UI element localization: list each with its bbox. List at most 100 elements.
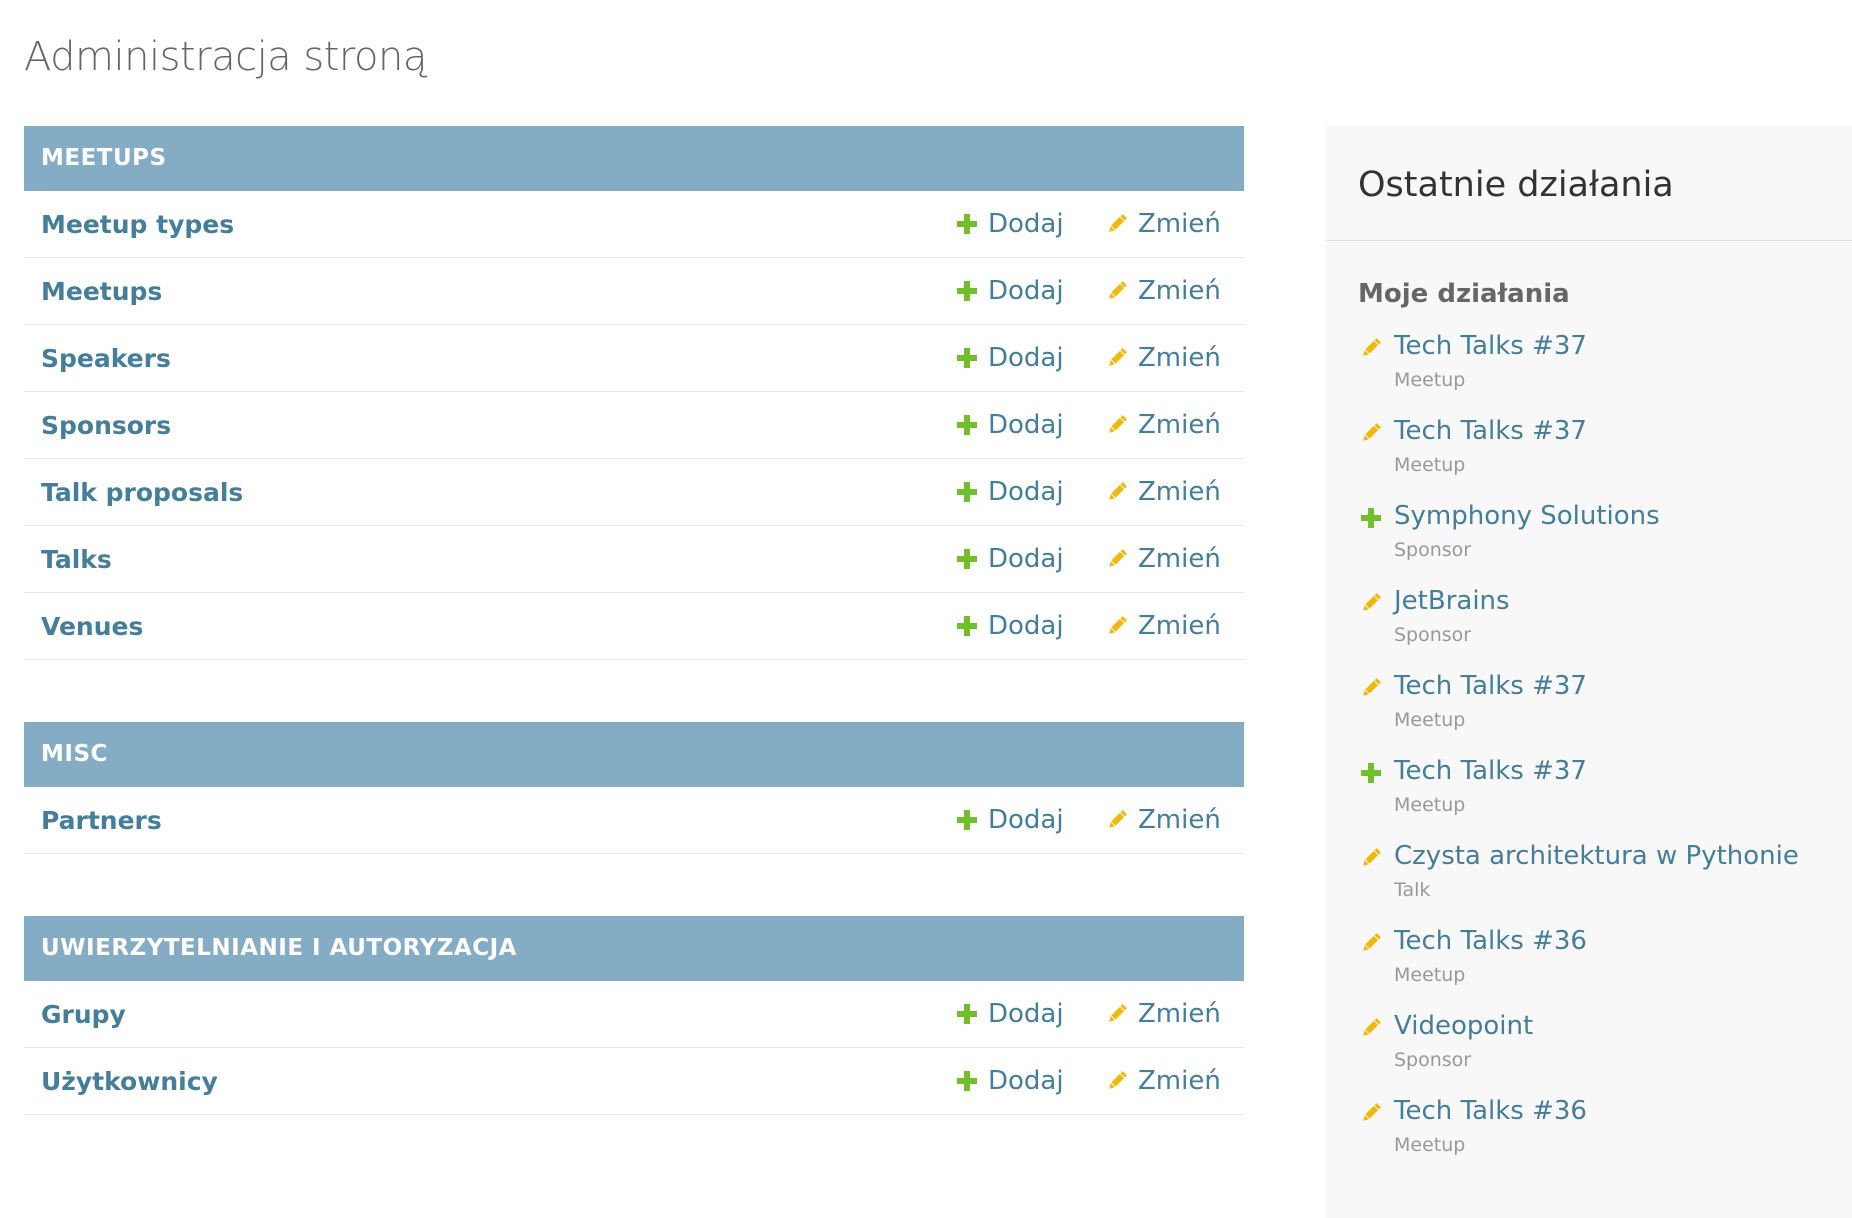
- model-link[interactable]: Użytkownicy: [24, 1067, 954, 1096]
- add-link[interactable]: Dodaj: [954, 209, 1104, 239]
- recent-action-link[interactable]: Tech Talks #37: [1394, 416, 1587, 446]
- recent-action-item: Tech Talks #36 Meetup: [1358, 1096, 1852, 1181]
- model-link[interactable]: Meetups: [24, 277, 954, 306]
- change-link[interactable]: Zmień: [1104, 410, 1244, 440]
- recent-action-type: Sponsor: [1394, 624, 1472, 646]
- model-link[interactable]: Speakers: [24, 344, 954, 373]
- pencil-icon: [1104, 412, 1130, 438]
- recent-actions-sidebar: Ostatnie działania Moje działania Tech T…: [1326, 126, 1852, 1218]
- plus-icon: [954, 613, 980, 639]
- module-caption[interactable]: UWIERZYTELNIANIE I AUTORYZACJA: [24, 916, 1244, 981]
- model-link[interactable]: Partners: [24, 806, 954, 835]
- app-list: MEETUPS Meetup types Dodaj Zmień Meetups Doda…: [24, 126, 1244, 1177]
- recent-action-item: Videopoint Sponsor: [1358, 1011, 1852, 1096]
- model-link[interactable]: Meetup types: [24, 210, 954, 239]
- change-link[interactable]: Zmień: [1104, 209, 1244, 239]
- change-label: Zmień: [1138, 544, 1221, 574]
- model-link[interactable]: Talk proposals: [24, 478, 954, 507]
- model-row: Talk proposals Dodaj Zmień: [24, 459, 1244, 526]
- module-caption[interactable]: MEETUPS: [24, 126, 1244, 191]
- model-row: Venues Dodaj Zmień: [24, 593, 1244, 660]
- change-link[interactable]: Zmień: [1104, 477, 1244, 507]
- add-label: Dodaj: [988, 544, 1064, 574]
- recent-action-item: Tech Talks #37 Meetup: [1358, 331, 1852, 416]
- add-link[interactable]: Dodaj: [954, 276, 1104, 306]
- add-label: Dodaj: [988, 805, 1064, 835]
- app-module: MEETUPS Meetup types Dodaj Zmień Meetups Doda…: [24, 126, 1244, 660]
- recent-action-type: Sponsor: [1394, 1049, 1472, 1071]
- recent-action-type: Meetup: [1394, 369, 1466, 391]
- my-actions-title: Moje działania: [1358, 279, 1570, 309]
- change-label: Zmień: [1138, 276, 1221, 306]
- pencil-icon: [1358, 590, 1384, 616]
- change-label: Zmień: [1138, 1066, 1221, 1096]
- recent-action-link[interactable]: Videopoint: [1394, 1011, 1533, 1041]
- recent-action-link[interactable]: Tech Talks #37: [1394, 671, 1587, 701]
- recent-action-item: Tech Talks #36 Meetup: [1358, 926, 1852, 1011]
- recent-action-link[interactable]: Tech Talks #37: [1394, 756, 1587, 786]
- recent-action-link[interactable]: Tech Talks #37: [1394, 331, 1587, 361]
- pencil-icon: [1358, 335, 1384, 361]
- change-link[interactable]: Zmień: [1104, 1066, 1244, 1096]
- recent-action-link[interactable]: Tech Talks #36: [1394, 1096, 1587, 1126]
- plus-icon: [1358, 505, 1384, 531]
- change-link[interactable]: Zmień: [1104, 611, 1244, 641]
- pencil-icon: [1104, 211, 1130, 237]
- action-list: Tech Talks #37 Meetup Tech Talks #37 Meetup…: [1326, 309, 1852, 1181]
- change-link[interactable]: Zmień: [1104, 276, 1244, 306]
- model-row: Użytkownicy Dodaj Zmień: [24, 1048, 1244, 1115]
- add-label: Dodaj: [988, 343, 1064, 373]
- recent-action-item: Symphony Solutions Sponsor: [1358, 501, 1852, 586]
- change-label: Zmień: [1138, 410, 1221, 440]
- model-link[interactable]: Venues: [24, 612, 954, 641]
- change-label: Zmień: [1138, 611, 1221, 641]
- add-label: Dodaj: [988, 1066, 1064, 1096]
- recent-action-type: Sponsor: [1394, 539, 1472, 561]
- pencil-icon: [1104, 613, 1130, 639]
- recent-action-type: Talk: [1394, 879, 1431, 901]
- module-caption[interactable]: MISC: [24, 722, 1244, 787]
- add-link[interactable]: Dodaj: [954, 805, 1104, 835]
- change-label: Zmień: [1138, 343, 1221, 373]
- change-link[interactable]: Zmień: [1104, 999, 1244, 1029]
- add-label: Dodaj: [988, 410, 1064, 440]
- change-label: Zmień: [1138, 477, 1221, 507]
- add-label: Dodaj: [988, 477, 1064, 507]
- plus-icon: [954, 1001, 980, 1027]
- add-label: Dodaj: [988, 276, 1064, 306]
- recent-action-link[interactable]: JetBrains: [1394, 586, 1510, 616]
- pencil-icon: [1358, 675, 1384, 701]
- add-link[interactable]: Dodaj: [954, 1066, 1104, 1096]
- recent-action-link[interactable]: Symphony Solutions: [1394, 501, 1660, 531]
- recent-action-link[interactable]: Tech Talks #36: [1394, 926, 1587, 956]
- plus-icon: [954, 278, 980, 304]
- pencil-icon: [1104, 546, 1130, 572]
- plus-icon: [954, 1068, 980, 1094]
- add-link[interactable]: Dodaj: [954, 410, 1104, 440]
- pencil-icon: [1358, 1015, 1384, 1041]
- plus-icon: [954, 807, 980, 833]
- change-link[interactable]: Zmień: [1104, 544, 1244, 574]
- model-link[interactable]: Sponsors: [24, 411, 954, 440]
- recent-action-item: Tech Talks #37 Meetup: [1358, 416, 1852, 501]
- app-module: MISC Partners Dodaj Zmień: [24, 722, 1244, 854]
- recent-action-item: Czysta architektura w Pythonie Talk: [1358, 841, 1852, 926]
- pencil-icon: [1104, 1068, 1130, 1094]
- recent-action-link[interactable]: Czysta architektura w Pythonie: [1394, 841, 1799, 871]
- model-link[interactable]: Talks: [24, 545, 954, 574]
- plus-icon: [1358, 760, 1384, 786]
- add-label: Dodaj: [988, 209, 1064, 239]
- add-link[interactable]: Dodaj: [954, 343, 1104, 373]
- change-link[interactable]: Zmień: [1104, 805, 1244, 835]
- plus-icon: [954, 479, 980, 505]
- add-link[interactable]: Dodaj: [954, 544, 1104, 574]
- change-link[interactable]: Zmień: [1104, 343, 1244, 373]
- model-link[interactable]: Grupy: [24, 1000, 954, 1029]
- add-link[interactable]: Dodaj: [954, 477, 1104, 507]
- add-link[interactable]: Dodaj: [954, 999, 1104, 1029]
- app-module: UWIERZYTELNIANIE I AUTORYZACJA Grupy Dodaj…: [24, 916, 1244, 1115]
- add-link[interactable]: Dodaj: [954, 611, 1104, 641]
- recent-action-item: Tech Talks #37 Meetup: [1358, 756, 1852, 841]
- recent-action-type: Meetup: [1394, 794, 1466, 816]
- pencil-icon: [1104, 278, 1130, 304]
